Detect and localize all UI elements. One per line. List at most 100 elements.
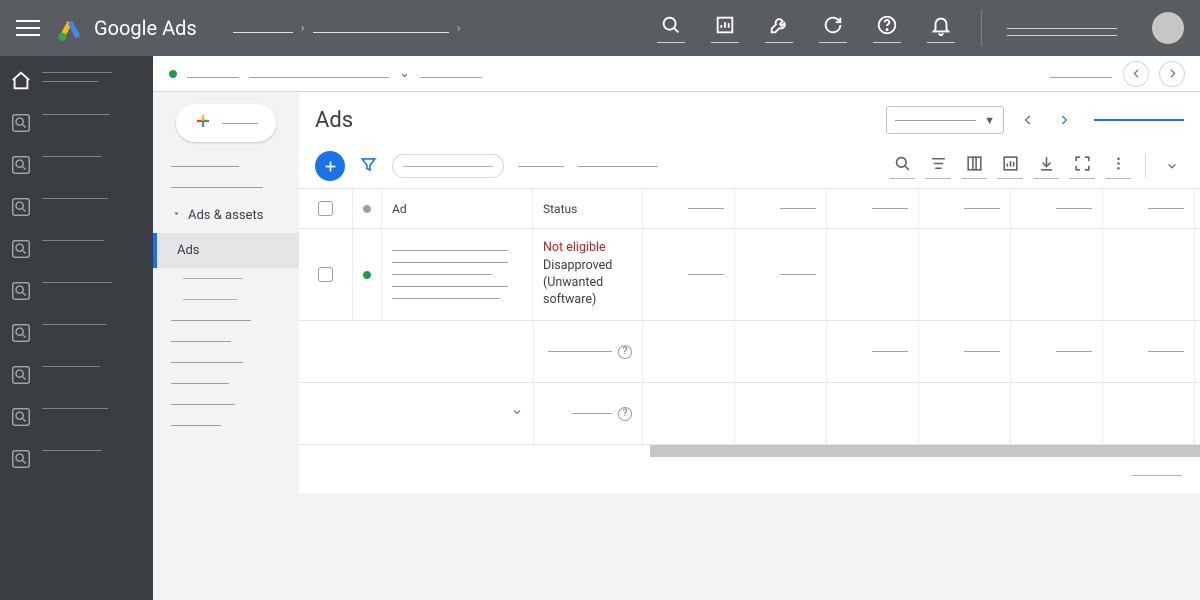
scope-bar: ⌄ bbox=[153, 56, 1200, 92]
secondary-nav-item[interactable] bbox=[153, 156, 299, 177]
filter-chipbar[interactable] bbox=[392, 154, 504, 178]
breadcrumb-segment[interactable] bbox=[313, 23, 449, 33]
metric-column-header[interactable] bbox=[1195, 189, 1200, 228]
secondary-nav-ads[interactable]: Ads bbox=[153, 233, 299, 268]
ad-preview[interactable] bbox=[381, 229, 533, 320]
metric-column-header[interactable] bbox=[919, 189, 1011, 228]
left-rail-item[interactable] bbox=[10, 364, 143, 386]
notifications-button[interactable] bbox=[921, 14, 961, 43]
summary-row: ? bbox=[299, 321, 1200, 383]
more-button[interactable] bbox=[1105, 154, 1131, 179]
ad-column-header[interactable]: Ad bbox=[381, 189, 533, 228]
collapse-button[interactable] bbox=[1160, 154, 1184, 178]
status-detail: Disapproved (Unwanted software) bbox=[543, 258, 632, 309]
left-rail-item[interactable] bbox=[10, 238, 143, 260]
metric-column-header[interactable] bbox=[827, 189, 919, 228]
metric-cell bbox=[1103, 229, 1195, 320]
new-button[interactable] bbox=[176, 104, 276, 142]
metric-cell bbox=[735, 229, 827, 320]
expand-summary-button[interactable] bbox=[511, 406, 523, 422]
chevron-down-icon bbox=[1165, 159, 1179, 173]
left-rail-item[interactable] bbox=[10, 154, 143, 176]
summary-cell bbox=[1103, 321, 1195, 382]
help-button[interactable] bbox=[867, 14, 907, 43]
new-button-label bbox=[222, 123, 258, 124]
left-rail-item[interactable] bbox=[10, 406, 143, 428]
breadcrumb-segment[interactable] bbox=[233, 23, 293, 33]
status-dot-icon bbox=[169, 70, 177, 78]
table-search-button[interactable] bbox=[889, 154, 915, 179]
horizontal-scrollbar[interactable] bbox=[650, 445, 1200, 457]
left-rail-item[interactable] bbox=[10, 448, 143, 470]
left-rail-home[interactable] bbox=[10, 70, 143, 92]
filter-label bbox=[518, 166, 564, 167]
help-icon[interactable]: ? bbox=[618, 407, 632, 421]
secondary-nav-item[interactable] bbox=[153, 415, 299, 436]
product-logo[interactable]: Google Ads bbox=[56, 14, 197, 42]
left-rail-item[interactable] bbox=[10, 280, 143, 302]
pagination[interactable] bbox=[1132, 475, 1182, 476]
reports-button[interactable] bbox=[705, 14, 745, 43]
secondary-nav-item[interactable] bbox=[153, 373, 299, 394]
date-prev-button[interactable] bbox=[1016, 108, 1040, 132]
row-checkbox[interactable] bbox=[299, 229, 353, 320]
table-row[interactable]: Not eligible Disapproved (Unwanted softw… bbox=[299, 229, 1200, 321]
summary-row: ? bbox=[299, 383, 1200, 445]
tools-button[interactable] bbox=[759, 14, 799, 43]
prev-button[interactable] bbox=[1124, 62, 1148, 86]
secondary-nav-sub[interactable] bbox=[153, 289, 299, 310]
search-icon bbox=[10, 280, 32, 302]
filter-icon bbox=[359, 155, 378, 174]
metric-column-header[interactable] bbox=[643, 189, 735, 228]
date-range-picker[interactable]: ▼ bbox=[886, 106, 1004, 134]
secondary-nav-item[interactable] bbox=[153, 394, 299, 415]
summary-label: ? bbox=[544, 407, 632, 421]
scope-segment[interactable] bbox=[1050, 70, 1112, 78]
user-avatar[interactable] bbox=[1152, 12, 1184, 44]
left-rail-item[interactable] bbox=[10, 196, 143, 218]
date-next-button[interactable] bbox=[1052, 108, 1076, 132]
secondary-nav-item[interactable] bbox=[153, 352, 299, 373]
account-label[interactable] bbox=[1002, 20, 1122, 36]
metric-cell bbox=[827, 229, 919, 320]
status-column-header[interactable] bbox=[353, 189, 381, 228]
refresh-button[interactable] bbox=[813, 14, 853, 43]
help-icon[interactable]: ? bbox=[618, 345, 632, 359]
secondary-nav-item[interactable] bbox=[153, 331, 299, 352]
expand-button[interactable] bbox=[1069, 154, 1095, 179]
ad-status[interactable]: Not eligible Disapproved (Unwanted softw… bbox=[533, 229, 643, 320]
columns-button[interactable] bbox=[961, 154, 987, 179]
search-button[interactable] bbox=[651, 14, 691, 43]
left-rail-item[interactable] bbox=[10, 112, 143, 134]
menu-icon[interactable] bbox=[16, 16, 40, 40]
segment-button[interactable] bbox=[925, 154, 951, 179]
filter-button[interactable] bbox=[359, 155, 378, 178]
plus-icon bbox=[322, 158, 339, 175]
metric-column-header[interactable] bbox=[735, 189, 827, 228]
left-rail bbox=[0, 56, 153, 600]
download-button[interactable] bbox=[1033, 154, 1059, 179]
summary-cell bbox=[643, 383, 735, 444]
next-button[interactable] bbox=[1160, 62, 1184, 86]
secondary-nav-item[interactable] bbox=[153, 310, 299, 331]
secondary-nav-item[interactable] bbox=[153, 177, 299, 198]
metric-column-header[interactable] bbox=[1011, 189, 1103, 228]
chevron-down-icon bbox=[511, 406, 523, 418]
left-rail-item[interactable] bbox=[10, 322, 143, 344]
secondary-nav-group[interactable]: Ads & assets bbox=[153, 198, 299, 233]
add-ad-button[interactable] bbox=[315, 151, 345, 181]
scope-segment[interactable] bbox=[249, 70, 389, 78]
scope-segment[interactable] bbox=[187, 70, 239, 78]
scope-segment[interactable] bbox=[420, 70, 482, 78]
search-icon bbox=[10, 112, 32, 134]
secondary-nav-sub[interactable] bbox=[153, 268, 299, 289]
reports-button[interactable] bbox=[997, 154, 1023, 179]
metric-column-header[interactable] bbox=[1103, 189, 1195, 228]
chevron-down-icon[interactable]: ⌄ bbox=[399, 66, 410, 81]
chart-toggle[interactable] bbox=[1094, 119, 1184, 121]
summary-label: ? bbox=[544, 345, 632, 359]
reports-icon bbox=[714, 14, 736, 36]
search-icon bbox=[10, 406, 32, 428]
select-all-checkbox[interactable] bbox=[299, 189, 353, 228]
status-column-header[interactable]: Status bbox=[533, 189, 643, 228]
